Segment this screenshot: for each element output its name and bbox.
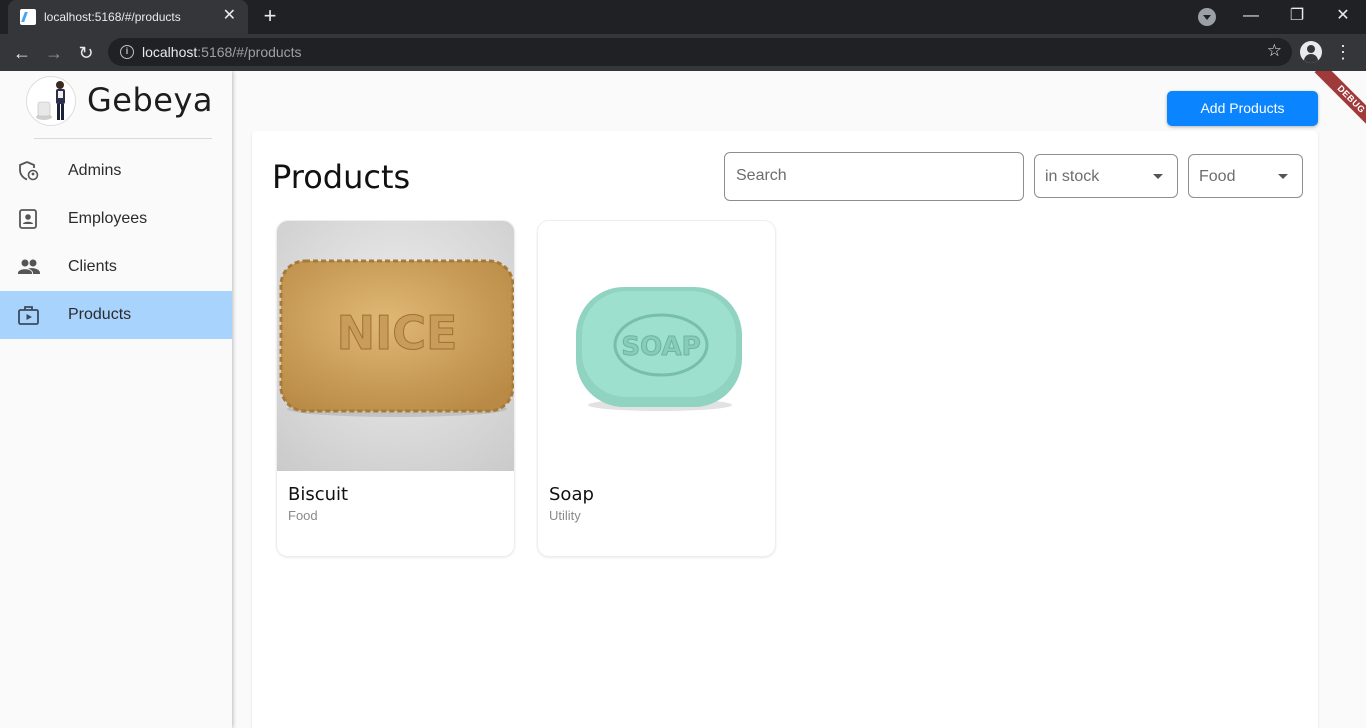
restore-icon[interactable]: ❐ xyxy=(1274,0,1320,34)
sidebar-item-products[interactable]: Products xyxy=(0,291,232,339)
sidebar-item-label: Products xyxy=(68,306,132,323)
browser-menu-icon[interactable]: ⋮ xyxy=(1334,42,1352,62)
product-name: Biscuit xyxy=(288,484,349,505)
address-bar[interactable]: i localhost:5168/#/products ☆ xyxy=(108,38,1292,66)
profile-icon[interactable] xyxy=(1300,41,1322,63)
admin-shield-icon xyxy=(19,161,39,181)
stock-filter-value: in stock xyxy=(1045,168,1100,185)
category-filter-select[interactable]: Food xyxy=(1188,154,1303,198)
products-panel: Products in stock Food xyxy=(252,131,1318,728)
bookmark-star-icon[interactable]: ☆ xyxy=(1267,41,1282,61)
biscuit-image-text: NICE xyxy=(337,306,458,360)
dropdown-arrow-icon xyxy=(1278,174,1288,179)
page-title: Products xyxy=(272,158,411,196)
sidebar-item-label: Clients xyxy=(68,258,117,275)
brand-logo xyxy=(26,76,76,126)
employee-badge-icon xyxy=(19,209,37,229)
new-tab-icon[interactable]: + xyxy=(258,5,282,29)
stock-filter-select[interactable]: in stock xyxy=(1034,154,1178,198)
tab-search-icon[interactable] xyxy=(1198,8,1216,26)
app-root: Gebeya Admins Employees Clients Products… xyxy=(0,71,1366,728)
add-products-button[interactable]: Add Products xyxy=(1167,91,1318,126)
sidebar-divider xyxy=(34,138,212,139)
browser-tab-bar: localhost:5168/#/products ✕ + — ❐ ✕ xyxy=(0,0,1366,34)
sidebar-item-employees[interactable]: Employees xyxy=(0,195,232,243)
search-input[interactable] xyxy=(736,165,1006,187)
product-box-icon xyxy=(18,306,39,325)
sidebar-item-label: Employees xyxy=(68,210,148,227)
back-icon[interactable]: ← xyxy=(8,39,36,67)
reload-icon[interactable]: ↻ xyxy=(72,39,100,67)
tab-title: localhost:5168/#/products xyxy=(44,10,181,24)
flutter-favicon-icon xyxy=(20,9,36,25)
product-name: Soap xyxy=(549,484,594,505)
product-category: Food xyxy=(288,508,318,523)
debug-banner: DEBUG xyxy=(1314,71,1366,136)
dropdown-arrow-icon xyxy=(1153,174,1163,179)
minimize-icon[interactable]: — xyxy=(1228,0,1274,34)
product-card[interactable]: NICE Biscuit Food xyxy=(276,220,515,557)
tab-close-icon[interactable]: ✕ xyxy=(223,7,236,25)
soap-image: SOAP xyxy=(538,221,775,471)
url-text[interactable]: localhost:5168/#/products xyxy=(142,44,302,60)
people-icon xyxy=(18,259,40,274)
sidebar-item-label: Admins xyxy=(68,162,122,179)
search-field[interactable] xyxy=(724,152,1024,201)
sidebar-item-admins[interactable]: Admins xyxy=(0,147,232,195)
sidebar: Gebeya Admins Employees Clients Products xyxy=(0,71,232,728)
brand-name: Gebeya xyxy=(87,81,214,119)
window-close-icon[interactable]: ✕ xyxy=(1320,0,1366,34)
product-category: Utility xyxy=(549,508,581,523)
soap-image-text: SOAP xyxy=(621,332,700,362)
sidebar-item-clients[interactable]: Clients xyxy=(0,243,232,291)
forward-icon[interactable]: → xyxy=(40,39,68,67)
category-filter-value: Food xyxy=(1199,168,1236,185)
browser-toolbar: ← → ↻ i localhost:5168/#/products ☆ ⋮ xyxy=(0,34,1366,71)
site-info-icon[interactable]: i xyxy=(120,45,134,59)
biscuit-image: NICE xyxy=(277,221,514,471)
browser-tab[interactable]: localhost:5168/#/products ✕ xyxy=(8,0,248,34)
product-card[interactable]: SOAP Soap Utility xyxy=(537,220,776,557)
